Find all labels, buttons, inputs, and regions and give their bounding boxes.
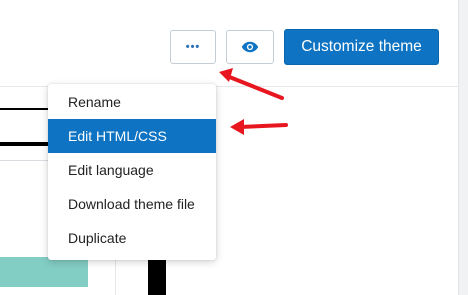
menu-item-download-theme-file[interactable]: Download theme file <box>48 187 216 221</box>
more-actions-button[interactable]: ••• <box>170 30 216 64</box>
menu-item-edit-html-css[interactable]: Edit HTML/CSS <box>48 119 216 153</box>
more-horizontal-icon: ••• <box>185 40 201 53</box>
customize-theme-button[interactable]: Customize theme <box>284 29 439 65</box>
theme-card: ••• Customize theme Rename Edit HTML/CSS… <box>0 0 459 295</box>
menu-item-label: Duplicate <box>68 230 127 246</box>
menu-item-label: Edit HTML/CSS <box>68 128 167 144</box>
theme-preview-accent-block <box>0 257 88 287</box>
menu-item-duplicate[interactable]: Duplicate <box>48 221 216 255</box>
preview-button[interactable] <box>226 30 274 64</box>
menu-item-label: Edit language <box>68 162 154 178</box>
menu-item-label: Download theme file <box>68 196 195 212</box>
eye-icon <box>241 41 259 53</box>
menu-item-rename[interactable]: Rename <box>48 85 216 119</box>
more-actions-dropdown: Rename Edit HTML/CSS Edit language Downl… <box>48 84 216 260</box>
menu-item-edit-language[interactable]: Edit language <box>48 153 216 187</box>
theme-preview-frame-edge <box>148 258 166 295</box>
menu-item-label: Rename <box>68 94 121 110</box>
